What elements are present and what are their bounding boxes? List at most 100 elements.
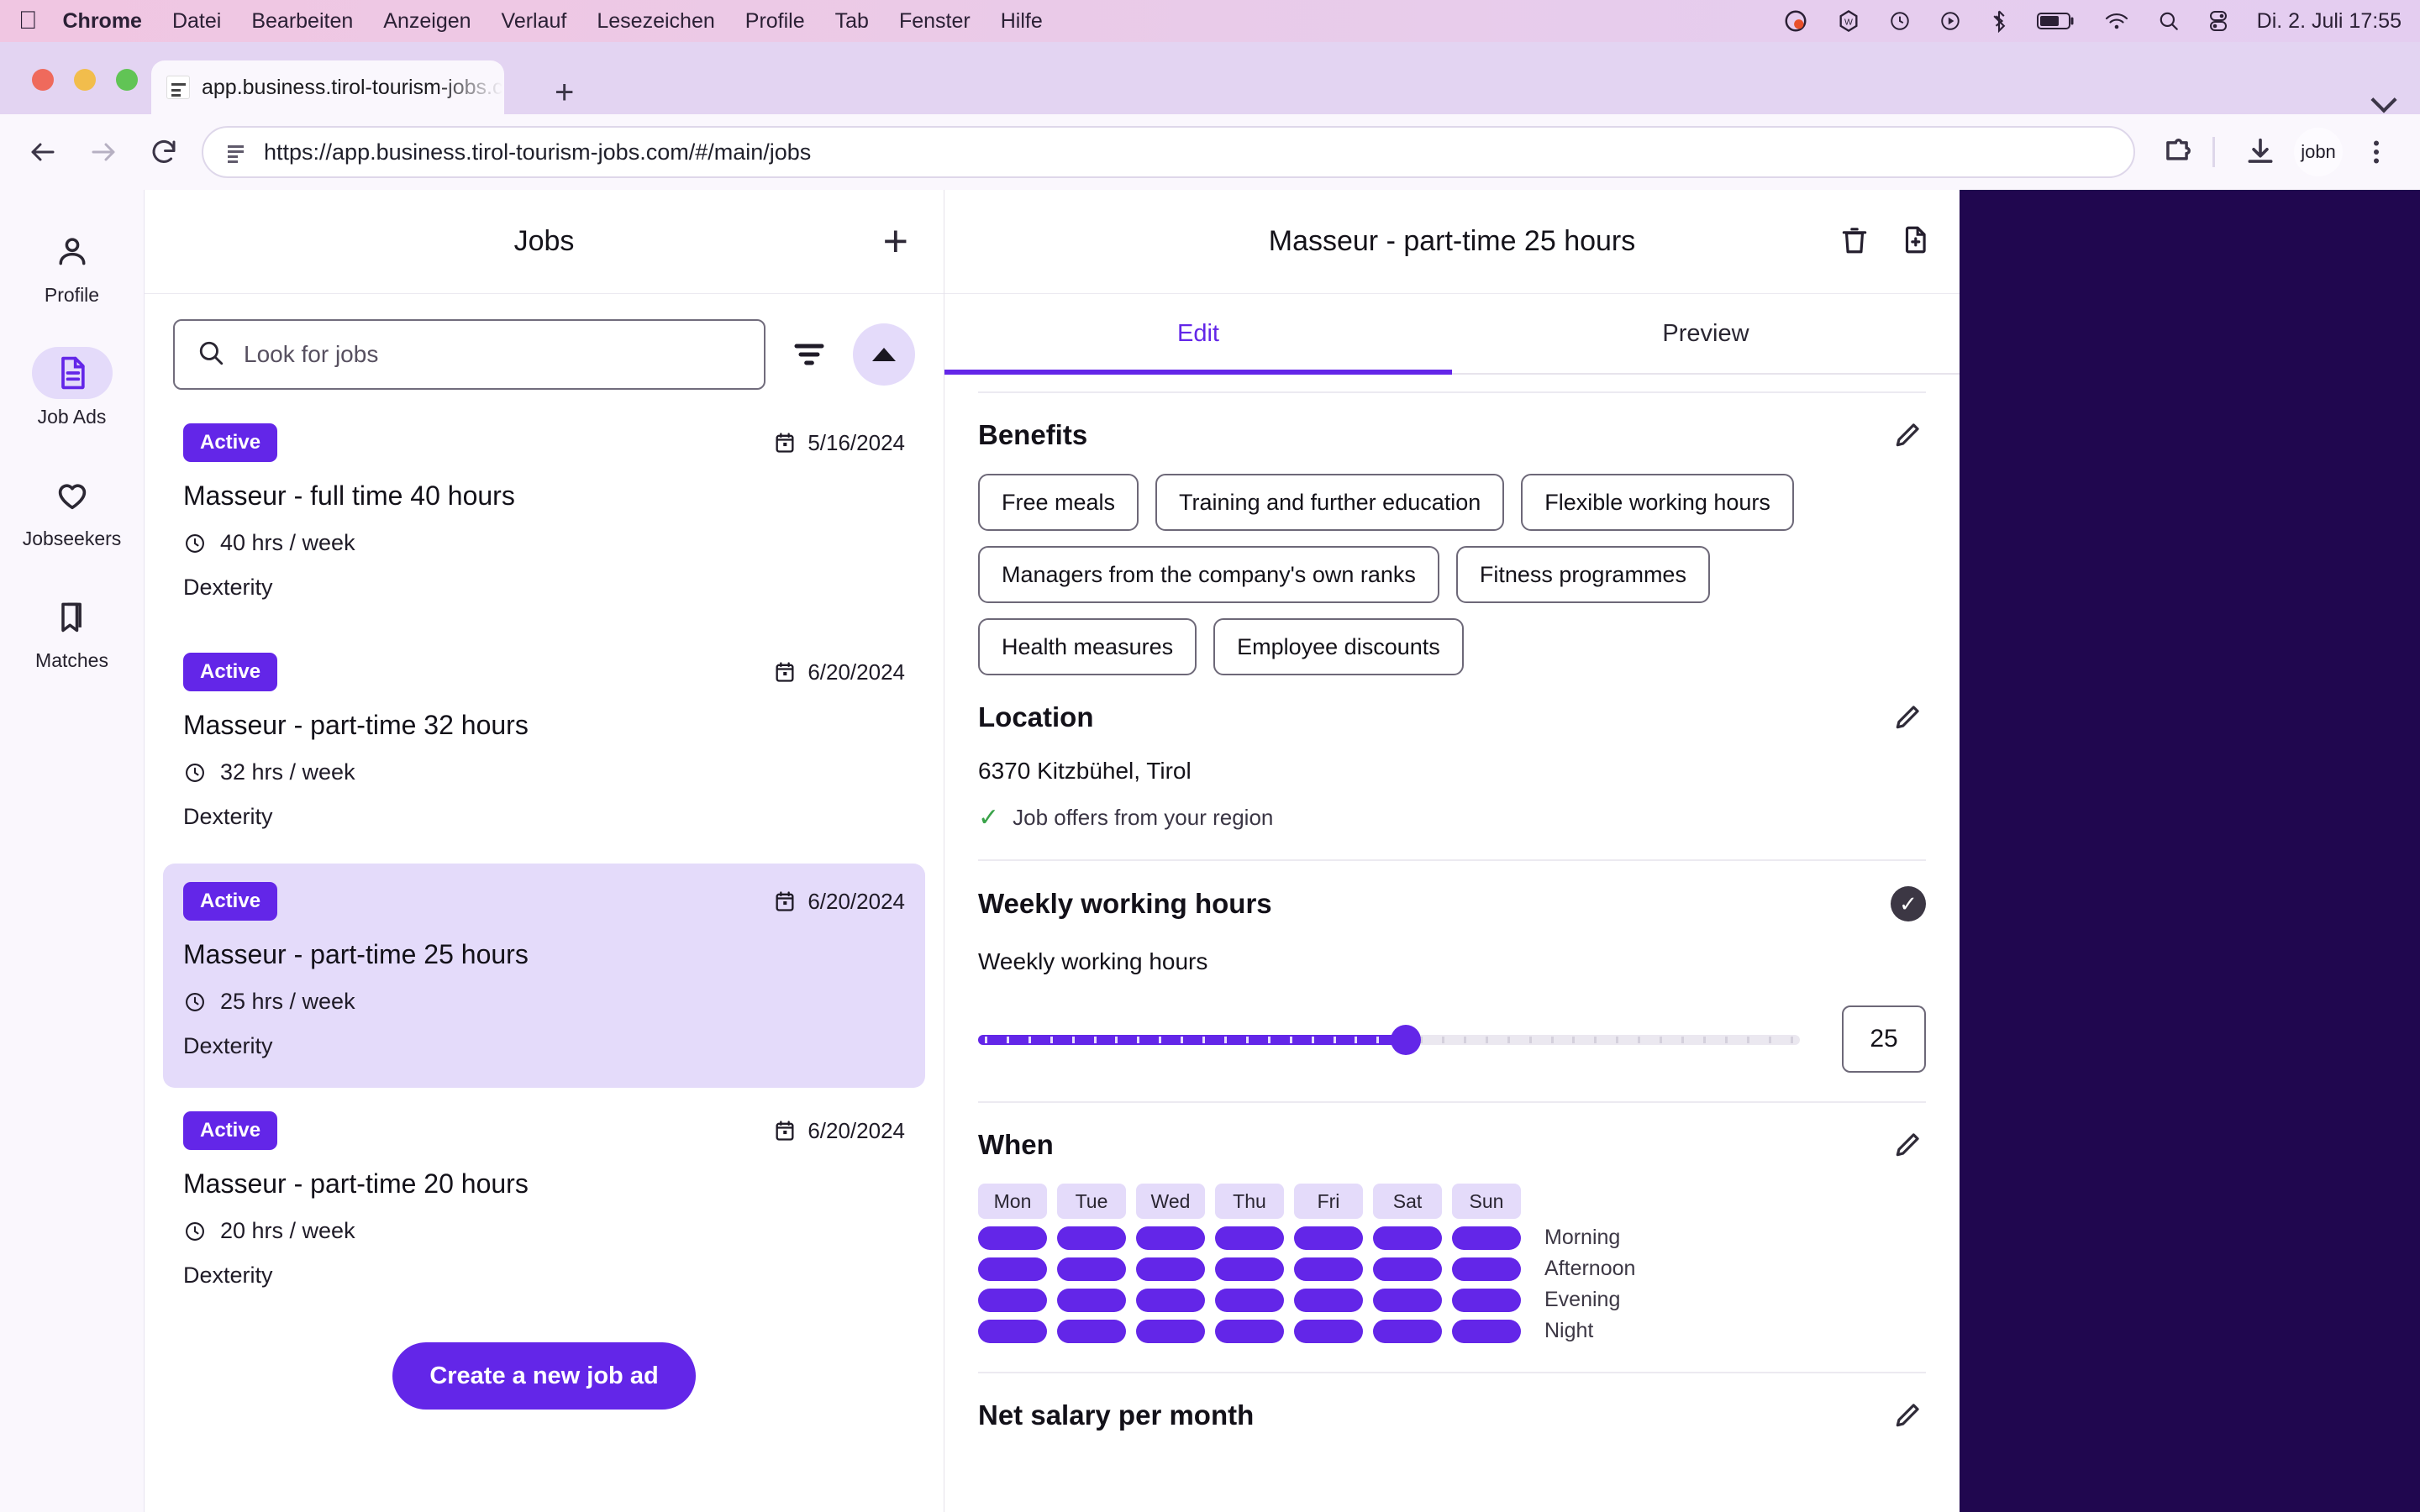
menu-item-chrome[interactable]: Chrome: [63, 9, 142, 34]
person-icon: [32, 225, 113, 277]
slider-tick: [1550, 1037, 1554, 1043]
weekly-hours-slider[interactable]: [978, 1015, 1800, 1063]
duplicate-document-icon[interactable]: [1899, 223, 1931, 260]
list-item[interactable]: Active 6/20/2024 Masseur - part-time 20 …: [163, 1093, 925, 1317]
pencil-icon[interactable]: [1892, 1399, 1926, 1432]
availability-slot-cell[interactable]: [1136, 1319, 1205, 1343]
control-center-icon[interactable]: [2208, 10, 2228, 32]
availability-slot-cell[interactable]: [978, 1257, 1047, 1281]
create-new-job-ad-button[interactable]: Create a new job ad: [392, 1342, 696, 1410]
bluetooth-icon[interactable]: [1990, 9, 2008, 33]
list-item-selected[interactable]: Active 6/20/2024 Masseur - part-time 25 …: [163, 864, 925, 1088]
availability-slot-cell[interactable]: [1057, 1226, 1126, 1250]
availability-slot-cell[interactable]: [1294, 1319, 1363, 1343]
availability-slot-cell[interactable]: [1057, 1257, 1126, 1281]
check-circle-icon[interactable]: ✓: [1891, 886, 1926, 921]
weekly-hours-value[interactable]: 25: [1842, 1005, 1926, 1073]
salary-heading: Net salary per month: [978, 1399, 1255, 1431]
availability-slot-cell[interactable]: [978, 1319, 1047, 1343]
slider-thumb[interactable]: [1390, 1025, 1421, 1055]
availability-slot-cell[interactable]: [1452, 1319, 1521, 1343]
filter-icon[interactable]: [791, 336, 828, 373]
downloads-icon[interactable]: [2237, 129, 2284, 176]
availability-slot-cell[interactable]: [1452, 1257, 1521, 1281]
grammarly-icon[interactable]: [1783, 8, 1808, 34]
tab-edit[interactable]: Edit: [944, 294, 1452, 375]
back-button[interactable]: [20, 129, 66, 175]
menu-item-bearbeiten[interactable]: Bearbeiten: [251, 9, 353, 34]
availability-slot-cell[interactable]: [1057, 1288, 1126, 1312]
collapse-panel-button[interactable]: [853, 323, 915, 386]
search-input[interactable]: Look for jobs: [173, 319, 765, 390]
benefit-chip[interactable]: Free meals: [978, 474, 1139, 531]
benefit-chip[interactable]: Health measures: [978, 618, 1197, 675]
menu-item-lesezeichen[interactable]: Lesezeichen: [597, 9, 714, 34]
menu-item-tab[interactable]: Tab: [835, 9, 869, 34]
pencil-icon[interactable]: [1892, 1128, 1926, 1162]
reload-button[interactable]: [141, 129, 187, 175]
chrome-menu-icon[interactable]: [2353, 129, 2400, 176]
sidebar-item-jobseekers[interactable]: Jobseekers: [0, 469, 144, 550]
benefit-chip[interactable]: Training and further education: [1155, 474, 1505, 531]
availability-slot-cell[interactable]: [1215, 1257, 1284, 1281]
availability-slot-cell[interactable]: [978, 1226, 1047, 1250]
weekly-hours-field-label: Weekly working hours: [978, 948, 1208, 974]
time-machine-icon[interactable]: [1889, 10, 1911, 32]
sidebar-item-matches[interactable]: Matches: [0, 591, 144, 672]
availability-slot-cell[interactable]: [1294, 1288, 1363, 1312]
tab-search-chevron-down-icon[interactable]: [2370, 87, 2397, 113]
benefit-chip[interactable]: Fitness programmes: [1455, 546, 1710, 603]
benefit-chip[interactable]: Employee discounts: [1213, 618, 1464, 675]
site-info-icon[interactable]: [225, 141, 247, 163]
apple-logo-icon[interactable]: : [18, 8, 38, 34]
availability-slot-cell[interactable]: [1136, 1288, 1205, 1312]
screen-record-icon[interactable]: [1939, 10, 1961, 32]
wifi-icon[interactable]: [2104, 11, 2129, 31]
benefit-chip[interactable]: Flexible working hours: [1521, 474, 1794, 531]
menu-item-fenster[interactable]: Fenster: [899, 9, 971, 34]
sidebar-item-job-ads[interactable]: Job Ads: [0, 347, 144, 428]
menu-item-anzeigen[interactable]: Anzeigen: [383, 9, 471, 34]
forward-button[interactable]: [81, 129, 126, 175]
battery-icon[interactable]: [2036, 11, 2075, 31]
pencil-icon[interactable]: [1892, 701, 1926, 734]
sidebar-item-profile[interactable]: Profile: [0, 225, 144, 307]
menu-item-profile[interactable]: Profile: [745, 9, 805, 34]
menu-item-hilfe[interactable]: Hilfe: [1001, 9, 1043, 34]
availability-slot-cell[interactable]: [1373, 1257, 1442, 1281]
pencil-icon[interactable]: [1892, 418, 1926, 452]
list-item[interactable]: Active 5/16/2024 Masseur - full time 40 …: [163, 405, 925, 629]
availability-slot-cell[interactable]: [1294, 1257, 1363, 1281]
menu-item-datei[interactable]: Datei: [172, 9, 221, 34]
availability-slot-cell[interactable]: [1136, 1257, 1205, 1281]
list-item[interactable]: Active 6/20/2024 Masseur - part-time 32 …: [163, 634, 925, 858]
section-divider: [978, 859, 1926, 861]
extensions-icon[interactable]: [2154, 129, 2201, 176]
availability-slot-cell[interactable]: [1215, 1319, 1284, 1343]
availability-slot-cell[interactable]: [1215, 1288, 1284, 1312]
profile-avatar[interactable]: jobn: [2294, 128, 2343, 176]
availability-slot-cell[interactable]: [1452, 1226, 1521, 1250]
menu-bar-clock[interactable]: Di. 2. Juli 17:55: [2257, 9, 2402, 34]
minimize-window-button[interactable]: [74, 69, 96, 91]
availability-slot-cell[interactable]: [1373, 1226, 1442, 1250]
browser-tab[interactable]: app.business.tirol-tourism-jobs.c: [151, 60, 504, 114]
tab-preview[interactable]: Preview: [1452, 294, 1960, 373]
availability-slot-cell[interactable]: [1136, 1226, 1205, 1250]
add-job-button[interactable]: +: [883, 219, 908, 263]
availability-slot-cell[interactable]: [1373, 1319, 1442, 1343]
availability-slot-cell[interactable]: [1215, 1226, 1284, 1250]
wordpress-icon[interactable]: W: [1837, 9, 1860, 33]
availability-slot-cell[interactable]: [1057, 1319, 1126, 1343]
availability-slot-cell[interactable]: [1294, 1226, 1363, 1250]
address-bar[interactable]: https://app.business.tirol-tourism-jobs.…: [202, 126, 2135, 178]
benefit-chip[interactable]: Managers from the company's own ranks: [978, 546, 1439, 603]
menu-item-verlauf[interactable]: Verlauf: [502, 9, 567, 34]
close-window-button[interactable]: [32, 69, 54, 91]
availability-slot-cell[interactable]: [978, 1288, 1047, 1312]
trash-icon[interactable]: [1839, 223, 1870, 260]
availability-slot-cell[interactable]: [1373, 1288, 1442, 1312]
maximize-window-button[interactable]: [116, 69, 138, 91]
spotlight-search-icon[interactable]: [2158, 10, 2180, 32]
availability-slot-cell[interactable]: [1452, 1288, 1521, 1312]
